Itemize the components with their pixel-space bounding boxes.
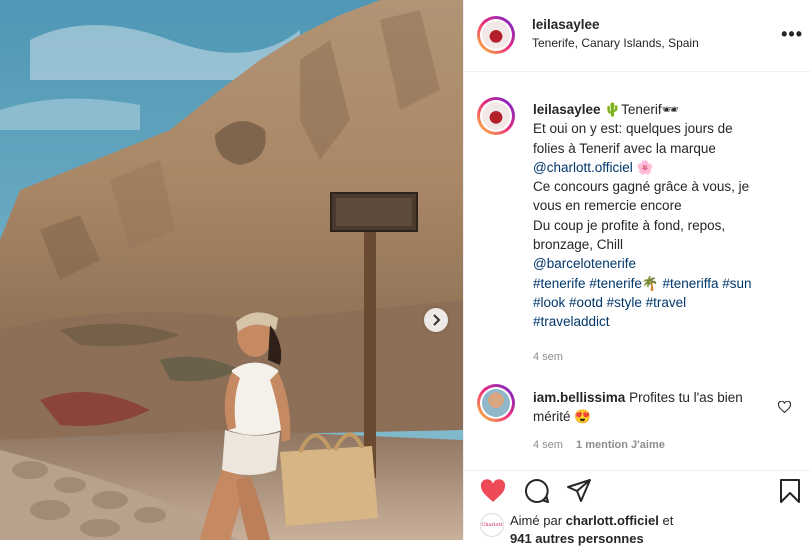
hashtag-link[interactable]: #tenerife [589, 276, 642, 291]
like-button[interactable] [480, 479, 506, 508]
author-avatar[interactable] [477, 16, 515, 54]
flower-emoji: 🌸 [636, 159, 654, 175]
caption-line: Ce concours gagné grâce à vous, je [533, 179, 750, 195]
post-sidebar: leilasaylee Tenerife, Canary Islands, Sp… [463, 0, 810, 546]
comment-text: Profites tu l'as bien [629, 390, 743, 405]
others-likes-link[interactable]: 941 autres personnes [510, 531, 644, 546]
hashtag-link[interactable]: #style [607, 295, 642, 310]
hashtag-link[interactable]: #ootd [569, 295, 603, 310]
likes-summary: Aimé par charlott.officiel et 941 autres… [510, 513, 674, 546]
caption-line: folies à Tenerif avec la marque [533, 140, 716, 156]
cactus-emoji: 🌵 [604, 102, 622, 117]
comment: iam.bellissima Profites tu l'as bien mér… [533, 388, 773, 455]
photo-scene [0, 0, 463, 540]
comment-text: mérité 😍 [533, 409, 592, 425]
comment-icon [525, 478, 549, 503]
hashtag-link[interactable]: #teneriffa [662, 276, 718, 291]
caption-line: bronzage, Chill [533, 237, 624, 253]
caption-username[interactable]: leilasaylee [533, 102, 601, 117]
action-bar [464, 470, 810, 511]
caption-time[interactable]: 4 sem [533, 348, 793, 367]
more-options-button[interactable]: ••• [781, 24, 803, 45]
hashtag-link[interactable]: #sun [722, 276, 751, 291]
author-username[interactable]: leilasaylee [532, 17, 699, 32]
next-photo-button[interactable] [424, 308, 448, 332]
post-header: leilasaylee Tenerife, Canary Islands, Sp… [464, 0, 810, 72]
hashtag-link[interactable]: #traveladdict [533, 312, 793, 331]
liker-username[interactable]: charlott.officiel [566, 513, 659, 528]
liker-avatar[interactable]: Charlott [480, 513, 504, 537]
save-button[interactable] [779, 478, 801, 509]
caption-line: vous en remercie encore [533, 198, 682, 214]
comment-button[interactable] [524, 478, 550, 509]
heart-filled-icon [480, 479, 506, 502]
post-location[interactable]: Tenerife, Canary Islands, Spain [532, 36, 699, 50]
chevron-right-icon [433, 314, 441, 326]
mention-link[interactable]: @charlott.officiel [533, 160, 633, 175]
caption-line: Tenerif🕶 [621, 102, 679, 117]
caption-avatar[interactable] [477, 97, 515, 135]
like-comment-button[interactable] [777, 400, 792, 418]
share-button[interactable] [566, 478, 592, 509]
post-caption: leilasaylee 🌵Tenerif🕶 Et oui on y est: q… [533, 100, 793, 367]
comment-time[interactable]: 4 sem [533, 439, 563, 451]
hashtag-link[interactable]: #look [533, 295, 565, 310]
hashtag-link[interactable]: #tenerife [533, 276, 586, 291]
hashtag-link[interactable]: #travel [646, 295, 687, 310]
bookmark-icon [780, 479, 800, 503]
paper-plane-icon [567, 479, 591, 502]
post-photo [0, 0, 463, 540]
commenter-username[interactable]: iam.bellissima [533, 390, 625, 405]
caption-line: Et oui on y est: quelques jours de [533, 121, 733, 137]
commenter-avatar[interactable] [477, 384, 515, 422]
comment-likes[interactable]: 1 mention J'aime [576, 439, 665, 451]
caption-line: Du coup je profite à fond, repos, [533, 217, 726, 233]
mention-link[interactable]: @barcelotenerife [533, 254, 793, 273]
heart-outline-icon [777, 400, 792, 414]
palm-tree-emoji: 🌴 [641, 275, 659, 291]
